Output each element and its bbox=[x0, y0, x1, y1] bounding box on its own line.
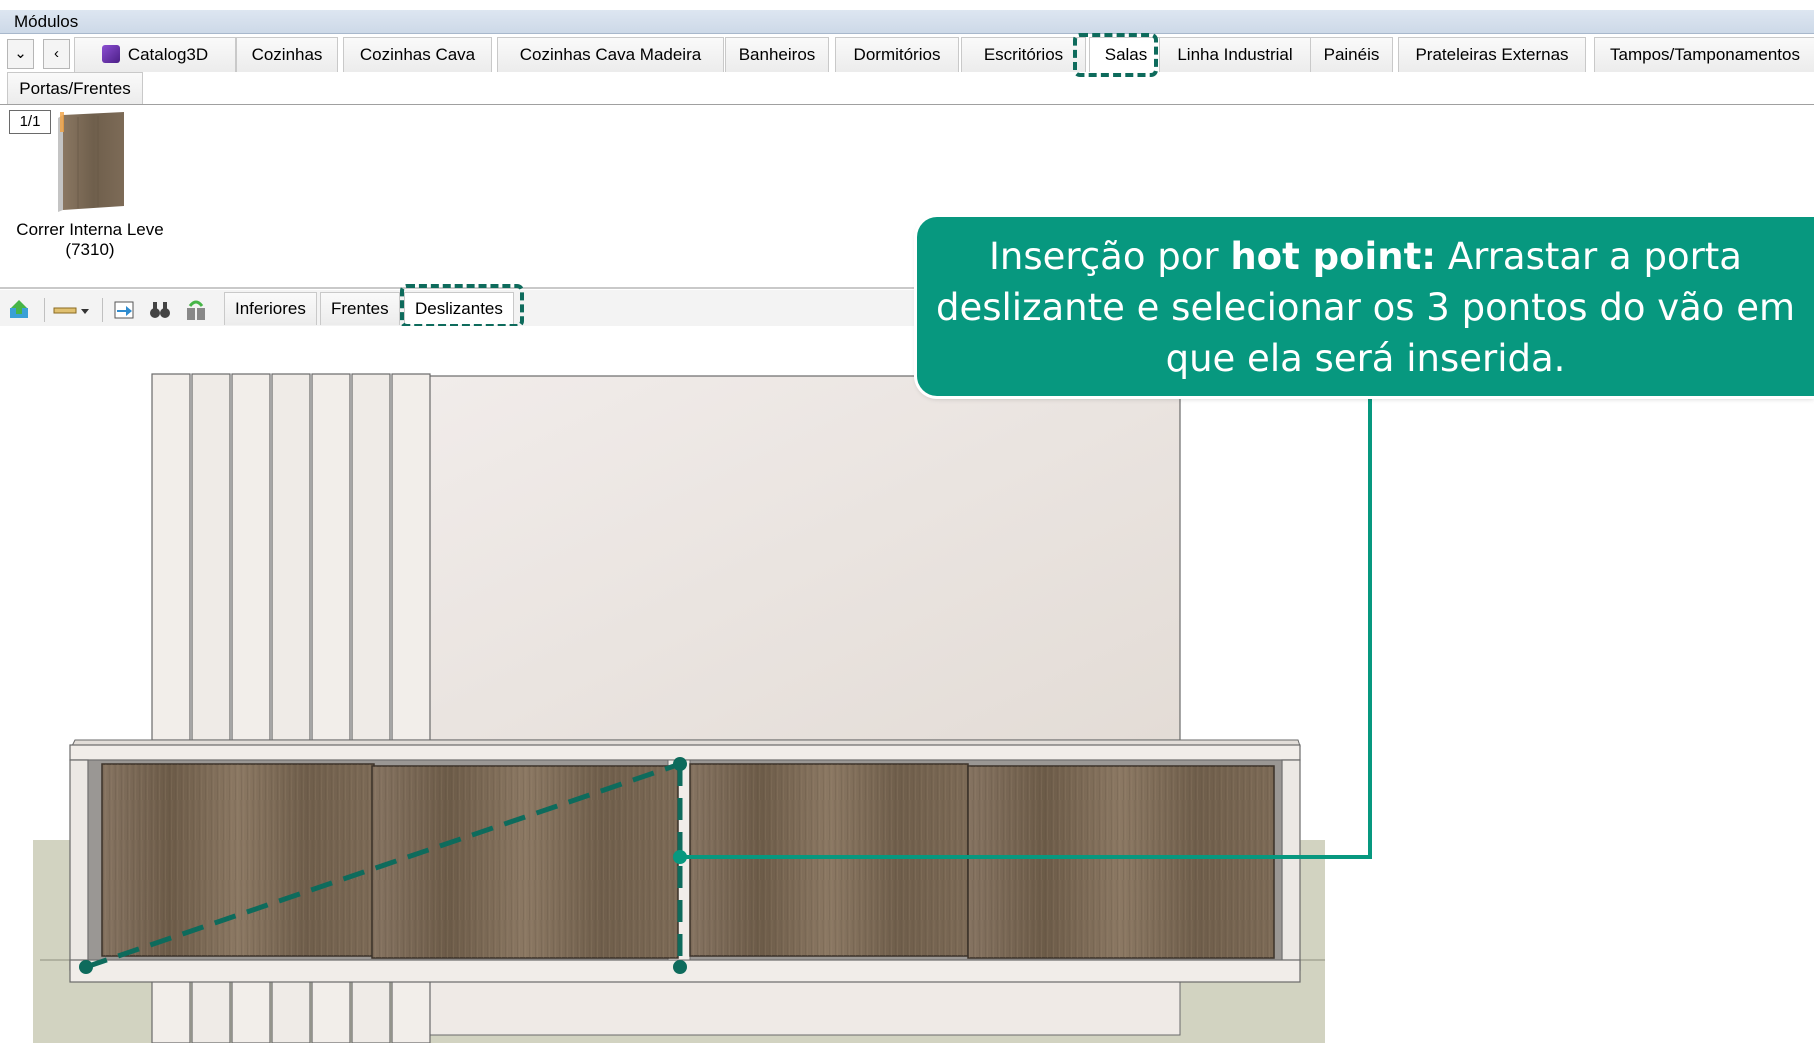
move-up-icon[interactable] bbox=[8, 298, 32, 322]
page-indicator: 1/1 bbox=[9, 110, 51, 134]
cube-icon bbox=[101, 45, 120, 63]
tab-linha-industrial[interactable]: Linha Industrial bbox=[1159, 37, 1311, 72]
hot-point-3 bbox=[673, 960, 687, 974]
catalog-item-label[interactable]: Correr Interna Leve (7310) bbox=[0, 220, 180, 260]
hot-point-2 bbox=[673, 757, 687, 771]
tab-cozinhas[interactable]: Cozinhas bbox=[236, 37, 338, 72]
binoculars-icon[interactable] bbox=[148, 298, 172, 322]
subtab-deslizantes[interactable]: Deslizantes bbox=[404, 292, 514, 325]
callout-prefix: Inserção por bbox=[989, 235, 1231, 278]
window-titlebar: Módulos bbox=[0, 10, 1814, 34]
callout-box: Inserção por hot point: Arrastar a porta… bbox=[917, 217, 1814, 396]
tab-cozinhas-cava-madeira[interactable]: Cozinhas Cava Madeira bbox=[497, 37, 724, 72]
tab-paineis[interactable]: Painéis bbox=[1310, 37, 1393, 72]
category-tabs: ⌄ ‹ Catalog3D Cozinhas Cozinhas Cava Coz… bbox=[0, 35, 1814, 72]
hot-point-1 bbox=[79, 960, 93, 974]
toolbar-separator bbox=[102, 298, 103, 322]
item-name: Correr Interna Leve bbox=[16, 220, 164, 239]
callout-bold: hot point: bbox=[1230, 235, 1437, 278]
tab-escritorios[interactable]: Escritórios bbox=[961, 37, 1086, 72]
tab-prateleiras-externas[interactable]: Prateleiras Externas bbox=[1398, 37, 1586, 72]
furniture-scene[interactable] bbox=[0, 326, 1814, 1043]
subtab-inferiores[interactable]: Inferiores bbox=[224, 292, 317, 325]
subtab-frentes[interactable]: Frentes bbox=[320, 292, 400, 325]
tab-tampos-tamponamentos[interactable]: Tampos/Tamponamentos bbox=[1594, 37, 1814, 72]
item-code: (7310) bbox=[65, 240, 115, 259]
recycle-icon[interactable] bbox=[184, 298, 208, 322]
import-icon[interactable] bbox=[112, 298, 136, 322]
window-title: Módulos bbox=[14, 12, 79, 31]
tab-catalog3d[interactable]: Catalog3D bbox=[74, 37, 236, 72]
tab-portas-frentes[interactable]: Portas/Frentes bbox=[7, 72, 143, 104]
toolbar-separator bbox=[44, 298, 45, 322]
orange-marker-icon bbox=[60, 112, 64, 132]
tab-dormitorios[interactable]: Dormitórios bbox=[835, 37, 959, 72]
tab-cozinhas-cava[interactable]: Cozinhas Cava bbox=[343, 37, 492, 72]
dropdown-button[interactable]: ⌄ bbox=[7, 39, 34, 69]
item-thumbnail[interactable] bbox=[58, 112, 126, 212]
3d-viewport[interactable] bbox=[0, 326, 1814, 1043]
tab-banheiros[interactable]: Banheiros bbox=[725, 37, 829, 72]
callout-anchor bbox=[673, 850, 687, 864]
back-button[interactable]: ‹ bbox=[43, 39, 70, 69]
line-style-icon[interactable] bbox=[52, 298, 92, 322]
tab-salas[interactable]: Salas bbox=[1089, 37, 1163, 72]
wall-panel bbox=[419, 375, 1181, 741]
category-tabs-row2: Portas/Frentes bbox=[0, 72, 1814, 105]
